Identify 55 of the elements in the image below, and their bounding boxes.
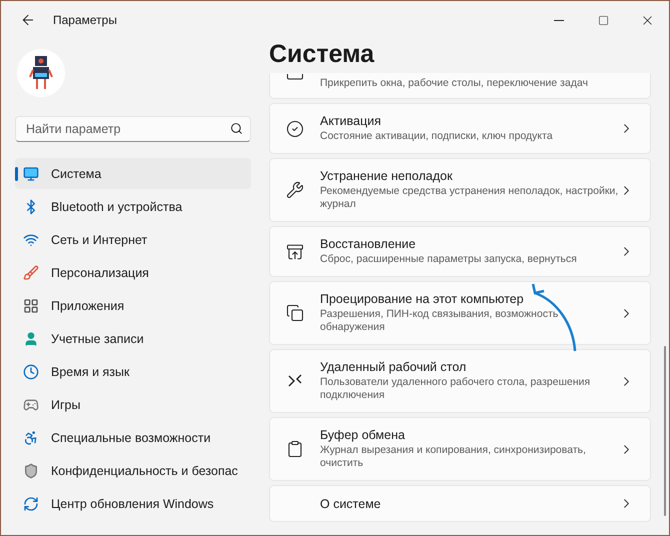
brush-icon	[23, 264, 39, 280]
card-description: Рекомендуемые средства устранения неполадок, настройки, журнал	[320, 185, 619, 211]
card-description: Разрешения, ПИН-код связывания, возможность обнаружения	[320, 308, 560, 334]
restore-icon	[286, 242, 304, 260]
settings-card[interactable]: Буфер обмена Журнал вырезания и копирования, синхронизировать, очистить	[269, 417, 651, 481]
settings-card[interactable]: Проецирование на этот компьютер Разрешения, ПИН-код связывания, возможность обнаружения	[269, 281, 651, 345]
shield-icon	[23, 462, 39, 478]
nav-item[interactable]: Игры	[15, 389, 251, 420]
clipboard-icon	[286, 440, 304, 458]
monitor-icon	[23, 166, 39, 182]
nav-item[interactable]: Специальные возможности	[15, 422, 251, 453]
card-title: Проецирование на этот компьютер	[320, 292, 525, 306]
card-description: Состояние активации, подписки, ключ продукта	[320, 130, 554, 143]
card-description: Журнал вырезания и копирования, синхронизировать, очистить	[320, 444, 587, 470]
page-title: Система	[269, 39, 376, 69]
scrollbar[interactable]	[664, 346, 666, 516]
user-icon	[23, 330, 39, 346]
search-field[interactable]: Найти параметр	[15, 116, 251, 142]
card-title: Восстановление	[320, 237, 417, 251]
screens-icon	[286, 304, 304, 322]
robot-drawing	[28, 55, 54, 91]
search-icon	[230, 122, 243, 135]
window-title: Параметры	[53, 13, 118, 27]
settings-card[interactable]: Устранение неполадок Рекомендуемые средства устранения неполадок, настройки, журнал	[269, 158, 651, 222]
nav-item[interactable]: Конфиденциальность и безопас	[15, 455, 251, 486]
card-description: Прикрепить окна, рабочие столы, переключение задач	[320, 77, 589, 90]
card-description: Сброс, расширенные параметры запуска, вернуться	[320, 253, 578, 266]
gamepad-icon	[23, 396, 39, 412]
nav-item[interactable]: Приложения	[15, 290, 251, 321]
card-title: Удаленный рабочий стол	[320, 360, 468, 374]
card-title: Активация	[320, 114, 382, 128]
wifi-icon	[23, 232, 39, 248]
card-title: О системе	[320, 496, 382, 510]
refresh-icon	[23, 496, 39, 512]
nav-item[interactable]: Система	[15, 158, 251, 189]
nav-item[interactable]: Bluetooth и устройства	[15, 191, 251, 222]
card-title: Буфер обмена	[320, 428, 406, 442]
settings-card[interactable]: Прикрепить окна, рабочие столы, переключение задач	[269, 73, 651, 99]
settings-card[interactable]: Удаленный рабочий стол Пользователи удаленного рабочего стола, разрешения подключения	[269, 349, 651, 413]
wrench-icon	[286, 181, 304, 199]
check-circle-icon	[286, 120, 304, 138]
maximize-icon	[598, 14, 608, 26]
nav-item[interactable]: Персонализация	[15, 257, 251, 288]
settings-card[interactable]: Активация Состояние активации, подписки, ключ продукта	[269, 103, 651, 154]
nav-item[interactable]: Учетные записи	[15, 323, 251, 354]
card-title: Устранение неполадок	[320, 169, 454, 183]
settings-card[interactable]: О системе	[269, 485, 651, 522]
nav-item[interactable]: Время и язык	[15, 356, 251, 387]
nav-item[interactable]: Центр обновления Windows	[15, 488, 251, 519]
settings-card[interactable]: Восстановление Сброс, расширенные параметры запуска, вернуться	[269, 226, 651, 277]
accessibility-icon	[23, 430, 39, 446]
nav-item[interactable]: Сеть и Интернет	[15, 224, 251, 255]
grid-icon	[23, 298, 39, 314]
clock-icon	[23, 364, 39, 380]
card-description: Пользователи удаленного рабочего стола, разрешения подключения	[320, 376, 592, 402]
